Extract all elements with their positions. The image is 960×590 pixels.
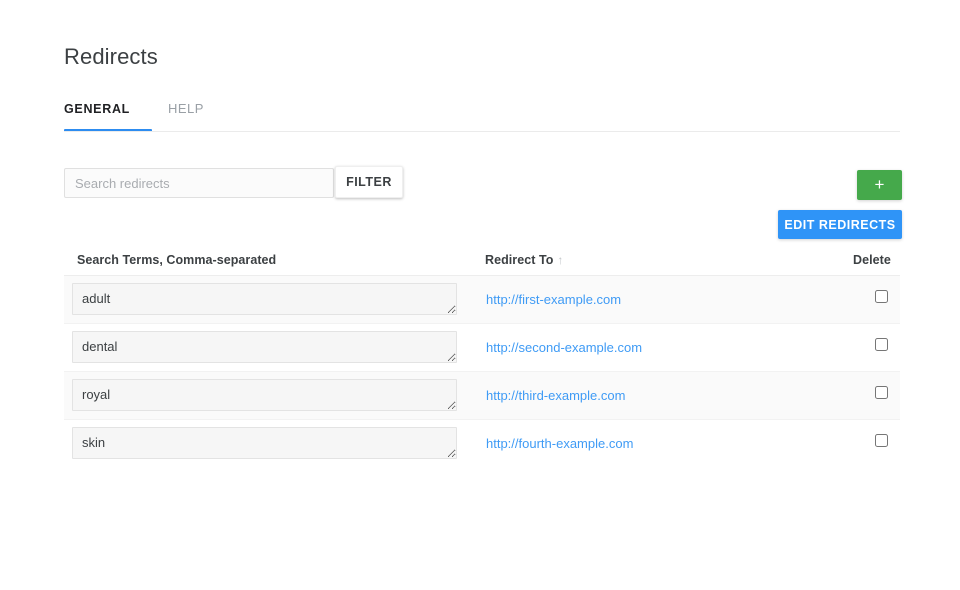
search-terms-input[interactable] — [72, 379, 457, 411]
delete-cell — [875, 338, 891, 354]
table-header-row: Search Terms, Comma-separated Redirect T… — [64, 248, 900, 276]
sort-ascending-icon: ↑ — [557, 253, 564, 267]
column-header-search-terms: Search Terms, Comma-separated — [77, 253, 277, 267]
page-title: Redirects — [64, 44, 158, 69]
add-redirect-button[interactable]: + — [857, 170, 902, 200]
delete-checkbox[interactable] — [875, 338, 888, 351]
delete-checkbox[interactable] — [875, 290, 888, 303]
table-row: http://second-example.com — [64, 324, 900, 372]
tab-bar: GENERAL HELP — [64, 98, 900, 132]
table-row: http://first-example.com — [64, 276, 900, 324]
redirects-page: Redirects GENERAL HELP FILTER + EDIT RED… — [0, 0, 960, 590]
redirects-table: Search Terms, Comma-separated Redirect T… — [64, 248, 900, 467]
delete-cell — [875, 290, 891, 306]
redirect-link[interactable]: http://third-example.com — [486, 388, 625, 403]
redirect-link[interactable]: http://fourth-example.com — [486, 436, 633, 451]
search-input[interactable] — [64, 168, 334, 198]
search-terms-input[interactable] — [72, 331, 457, 363]
delete-cell — [875, 434, 891, 450]
delete-cell — [875, 386, 891, 402]
tab-general[interactable]: GENERAL — [64, 98, 130, 131]
column-header-redirect-to-label: Redirect To — [485, 253, 554, 267]
search-terms-input[interactable] — [72, 283, 457, 315]
table-row: http://third-example.com — [64, 372, 900, 420]
column-header-delete: Delete — [853, 253, 891, 267]
delete-checkbox[interactable] — [875, 386, 888, 399]
column-header-redirect-to[interactable]: Redirect To ↑ — [485, 253, 563, 267]
filter-button[interactable]: FILTER — [335, 166, 403, 198]
delete-checkbox[interactable] — [875, 434, 888, 447]
tab-bar-divider — [64, 131, 900, 132]
table-row: http://fourth-example.com — [64, 420, 900, 467]
redirect-link[interactable]: http://first-example.com — [486, 292, 621, 307]
search-terms-input[interactable] — [72, 427, 457, 459]
redirect-link[interactable]: http://second-example.com — [486, 340, 642, 355]
edit-redirects-button[interactable]: EDIT REDIRECTS — [778, 210, 902, 239]
tab-help[interactable]: HELP — [168, 98, 204, 131]
